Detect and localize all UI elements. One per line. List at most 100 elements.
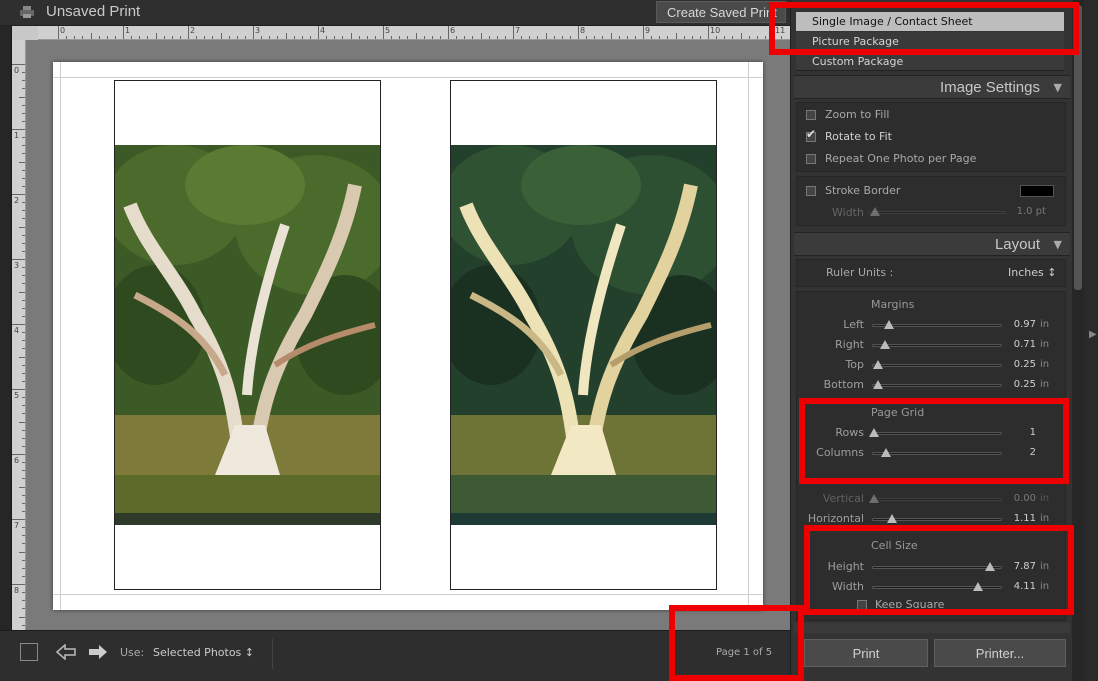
left-slider-thumb[interactable]: [883, 320, 894, 329]
ruler-units-select[interactable]: Inches ↕: [1008, 266, 1056, 279]
horizontal-unit: in: [1040, 513, 1050, 524]
printer-button[interactable]: Printer...: [934, 639, 1066, 667]
photo-cell[interactable]: [450, 80, 717, 590]
ruler-minor-tick: [22, 527, 25, 529]
ruler-minor-tick: [724, 36, 726, 39]
stroke-width-slider-thumb[interactable]: [869, 207, 880, 216]
ruler-tick: [578, 26, 579, 39]
ruler-minor-tick: [358, 36, 360, 39]
ruler-minor-tick: [22, 535, 25, 537]
printer-icon: [20, 6, 34, 18]
ruler-minor-tick: [261, 36, 263, 39]
document-title: Unsaved Print: [46, 3, 141, 20]
ruler-minor-tick: [228, 36, 230, 39]
ruler-tick: [188, 26, 189, 39]
horizontal-label: Horizontal: [807, 512, 864, 525]
top-slider-thumb[interactable]: [872, 360, 883, 369]
horizontal-ruler: 0 1 2 3 4 5 6 7 8 9 10 11: [38, 26, 790, 40]
ruler-units-label: Ruler Units :: [826, 266, 894, 279]
view-toggle-button[interactable]: [20, 643, 38, 661]
ruler-minor-tick: [342, 36, 344, 39]
next-page-arrow-icon[interactable]: [88, 644, 108, 660]
ruler-minor-tick: [537, 36, 539, 39]
ruler-minor-tick: [496, 36, 498, 39]
previous-page-arrow-icon[interactable]: [56, 644, 76, 660]
collapse-triangle-icon[interactable]: ▼: [1054, 81, 1062, 94]
ruler-minor-tick: [415, 33, 417, 39]
ruler-minor-tick: [22, 210, 25, 212]
ruler-minor-tick: [675, 33, 677, 39]
zoom-to-fill-checkbox[interactable]: [806, 110, 816, 120]
vertical-slider-thumb[interactable]: [869, 494, 879, 503]
right-unit: in: [1040, 339, 1050, 350]
ruler-number: 2: [14, 196, 20, 205]
ruler-tick: [12, 389, 25, 390]
rotate-to-fit-label: Rotate to Fit: [825, 130, 892, 143]
panel-toggle-arrow-icon[interactable]: ▶: [1089, 329, 1097, 340]
ruler-minor-tick: [586, 36, 588, 39]
ruler-minor-tick: [22, 592, 25, 594]
ruler-tick: [253, 26, 254, 39]
ruler-minor-tick: [22, 462, 25, 464]
ruler-minor-tick: [683, 36, 685, 39]
ruler-minor-tick: [147, 36, 149, 39]
ruler-minor-tick: [285, 33, 287, 39]
bottom-slider-thumb[interactable]: [872, 380, 883, 389]
right-slider-thumb[interactable]: [879, 340, 890, 349]
ruler-minor-tick: [22, 413, 25, 415]
ruler-minor-tick: [667, 36, 669, 39]
tree-photo-cool[interactable]: [451, 145, 716, 525]
ruler-tick: [643, 26, 644, 39]
repeat-one-photo-checkbox[interactable]: [806, 154, 816, 164]
right-edge-strip[interactable]: [1084, 0, 1098, 681]
ruler-minor-tick: [22, 112, 25, 114]
ruler-tick: [12, 129, 25, 130]
ruler-minor-tick: [82, 36, 84, 39]
ruler-minor-tick: [391, 36, 393, 39]
collapse-triangle-icon[interactable]: ▼: [1054, 238, 1062, 251]
ruler-number: 8: [580, 26, 586, 35]
checkmark-icon: ✔: [806, 127, 817, 141]
ruler-number: 7: [14, 521, 20, 530]
ruler-minor-tick: [19, 226, 25, 228]
create-saved-print-button[interactable]: Create Saved Print: [656, 1, 786, 23]
photo-cell[interactable]: [114, 80, 381, 590]
ruler-tick: [383, 26, 384, 39]
ruler-minor-tick: [22, 299, 25, 301]
image-settings-header[interactable]: Image Settings ▼: [794, 75, 1070, 99]
use-selector[interactable]: Selected Photos ↕: [153, 646, 254, 659]
ruler-minor-tick: [399, 36, 401, 39]
horizontal-value: 1.11: [1013, 513, 1036, 524]
margin-guide: [53, 77, 763, 78]
ruler-tick: [708, 26, 709, 39]
left-panel-collapsed[interactable]: [0, 26, 12, 630]
ruler-minor-tick: [22, 250, 25, 252]
layout-header[interactable]: Layout ▼: [794, 232, 1070, 256]
ruler-minor-tick: [618, 36, 620, 39]
ruler-number: 5: [385, 26, 391, 35]
right-slider[interactable]: [872, 344, 1002, 347]
vertical-unit: in: [1040, 493, 1050, 504]
print-button[interactable]: Print: [804, 639, 928, 667]
ruler-minor-tick: [22, 218, 25, 220]
stroke-color-swatch[interactable]: [1020, 185, 1054, 197]
top-value: 0.25: [1013, 359, 1036, 370]
ruler-number: 3: [14, 261, 20, 270]
tree-photo-warm[interactable]: [115, 145, 380, 525]
ruler-minor-tick: [651, 36, 653, 39]
stroke-width-slider[interactable]: [868, 211, 1006, 214]
ruler-number: 0: [60, 26, 66, 35]
ruler-minor-tick: [19, 291, 25, 293]
ruler-corner: [12, 26, 38, 40]
ruler-minor-tick: [699, 36, 701, 39]
ruler-minor-tick: [521, 36, 523, 39]
top-slider[interactable]: [872, 364, 1002, 367]
ruler-number: 1: [125, 26, 131, 35]
ruler-minor-tick: [90, 33, 92, 39]
bottom-slider[interactable]: [872, 384, 1002, 387]
ruler-minor-tick: [22, 283, 25, 285]
horizontal-slider-thumb[interactable]: [887, 514, 898, 523]
ruler-minor-tick: [179, 36, 181, 39]
vertical-slider[interactable]: [872, 498, 1002, 501]
stroke-border-checkbox[interactable]: [806, 186, 816, 196]
